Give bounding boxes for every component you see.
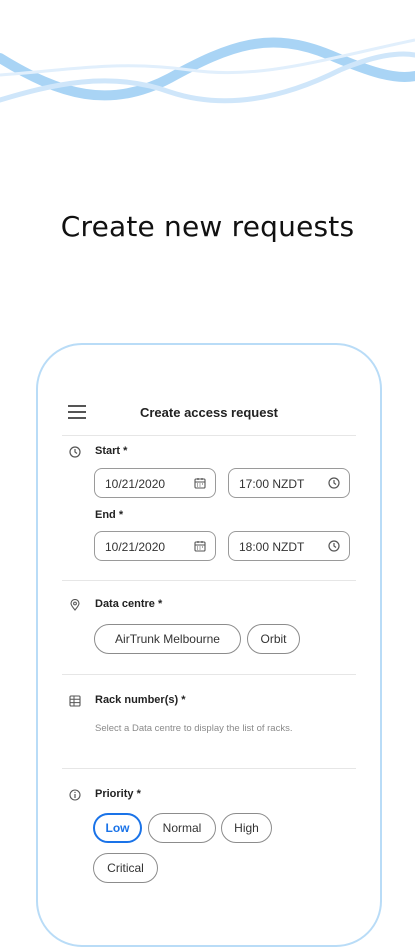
divider [62, 580, 356, 581]
start-label: Start * [95, 445, 128, 457]
end-time-value: 18:00 NZDT [239, 540, 305, 554]
end-date-value: 10/21/2020 [105, 540, 166, 554]
data-centre-chip-airtrunk[interactable]: AirTrunk Melbourne [94, 624, 241, 654]
clock-icon [328, 540, 340, 552]
calendar-icon [194, 478, 206, 489]
rack-label: Rack number(s) * [95, 694, 186, 706]
divider [62, 768, 356, 769]
clock-icon [328, 477, 340, 489]
priority-chip-high[interactable]: High [221, 813, 272, 843]
start-time-value: 17:00 NZDT [239, 477, 305, 491]
priority-chip-critical[interactable]: Critical [93, 853, 158, 883]
start-date-value: 10/21/2020 [105, 477, 166, 491]
app-screen: Create access request Start * 10/21/2020… [62, 345, 356, 945]
decorative-wave [0, 37, 415, 104]
start-date-field[interactable]: 10/21/2020 [94, 468, 216, 498]
data-centre-chip-orbit[interactable]: Orbit [247, 624, 300, 654]
end-label: End * [95, 509, 124, 521]
app-bar: Create access request [62, 395, 356, 436]
start-time-field[interactable]: 17:00 NZDT [228, 468, 350, 498]
info-icon [69, 789, 81, 801]
priority-chip-low[interactable]: Low [93, 813, 142, 843]
location-pin-icon [70, 599, 80, 611]
priority-label: Priority * [95, 788, 141, 800]
end-date-field[interactable]: 10/21/2020 [94, 531, 216, 561]
rack-hint: Select a Data centre to display the list… [95, 723, 293, 734]
clock-icon [69, 446, 81, 458]
screen-title: Create access request [139, 405, 279, 420]
divider [62, 674, 356, 675]
page-headline: Create new requests [60, 210, 355, 243]
phone-mockup: Create access request Start * 10/21/2020… [36, 343, 382, 947]
calendar-icon [194, 541, 206, 552]
data-centre-label: Data centre * [95, 598, 163, 610]
priority-chip-normal[interactable]: Normal [148, 813, 216, 843]
end-time-field[interactable]: 18:00 NZDT [228, 531, 350, 561]
server-rack-icon [69, 695, 81, 707]
